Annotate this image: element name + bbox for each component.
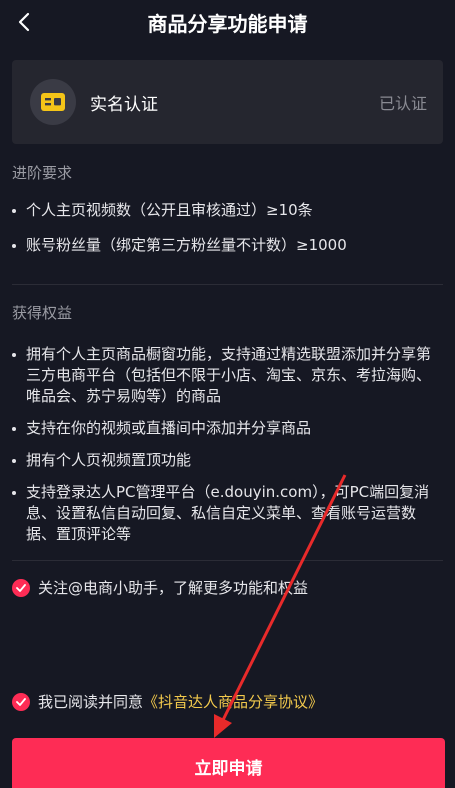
agree-text: 我已阅读并同意 xyxy=(38,693,144,711)
requirement-item: 账号粉丝量（绑定第三方粉丝量不计数）≥1000 xyxy=(12,235,443,256)
chevron-left-icon xyxy=(18,12,30,32)
benefits-title: 获得权益 xyxy=(12,304,73,322)
divider xyxy=(12,284,443,285)
benefit-item: 支持登录达人PC管理平台（e.douyin.com），可PC端回复消息、设置私信… xyxy=(12,482,443,545)
requirements-list: 个人主页视频数（公开且审核通过）≥10条 账号粉丝量（绑定第三方粉丝量不计数）≥… xyxy=(12,200,443,256)
bullet-dot xyxy=(12,209,16,213)
benefit-item: 拥有个人页视频置顶功能 xyxy=(12,450,443,471)
requirements-title: 进阶要求 xyxy=(12,164,73,182)
bullet-dot xyxy=(12,244,16,248)
id-card-icon xyxy=(41,93,65,111)
bullet-dot xyxy=(12,459,16,463)
benefits-list: 拥有个人主页商品橱窗功能，支持通过精选联盟添加并分享第三方电商平台（包括但不限于… xyxy=(12,344,443,545)
verify-label: 实名认证 xyxy=(90,94,158,115)
agree-checkbox-row[interactable]: 我已阅读并同意 《抖音达人商品分享协议》 xyxy=(12,691,323,712)
bullet-dot xyxy=(12,353,16,357)
verify-icon-wrap xyxy=(30,79,76,125)
follow-text: 关注@电商小助手，了解更多功能和权益 xyxy=(38,579,309,597)
verify-card[interactable]: 实名认证 已认证 xyxy=(12,60,443,144)
checkbox-checked-icon[interactable] xyxy=(12,692,30,711)
follow-checkbox-row[interactable]: 关注@电商小助手，了解更多功能和权益 xyxy=(12,577,308,598)
bullet-dot xyxy=(12,427,16,431)
apply-button[interactable]: 立即申请 xyxy=(12,738,445,788)
bullet-dot xyxy=(12,491,16,495)
benefit-text: 拥有个人页视频置顶功能 xyxy=(26,451,192,469)
requirement-text: 个人主页视频数（公开且审核通过）≥10条 xyxy=(26,201,313,219)
benefit-text: 支持登录达人PC管理平台（e.douyin.com），可PC端回复消息、设置私信… xyxy=(26,483,430,543)
requirement-item: 个人主页视频数（公开且审核通过）≥10条 xyxy=(12,200,443,221)
agreement-link[interactable]: 《抖音达人商品分享协议》 xyxy=(143,691,323,712)
requirement-text: 账号粉丝量（绑定第三方粉丝量不计数）≥1000 xyxy=(26,236,347,254)
arrow-head xyxy=(214,714,232,738)
benefit-text: 支持在你的视频或直播间中添加并分享商品 xyxy=(26,419,312,437)
benefit-item: 拥有个人主页商品橱窗功能，支持通过精选联盟添加并分享第三方电商平台（包括但不限于… xyxy=(12,344,443,407)
verify-status: 已认证 xyxy=(378,94,427,113)
divider xyxy=(12,560,443,561)
benefit-text: 拥有个人主页商品橱窗功能，支持通过精选联盟添加并分享第三方电商平台（包括但不限于… xyxy=(26,345,432,405)
back-button[interactable] xyxy=(8,6,40,38)
header: 商品分享功能申请 xyxy=(0,0,455,44)
benefit-item: 支持在你的视频或直播间中添加并分享商品 xyxy=(12,418,443,439)
checkbox-checked-icon[interactable] xyxy=(12,578,30,597)
page-title: 商品分享功能申请 xyxy=(147,11,308,36)
